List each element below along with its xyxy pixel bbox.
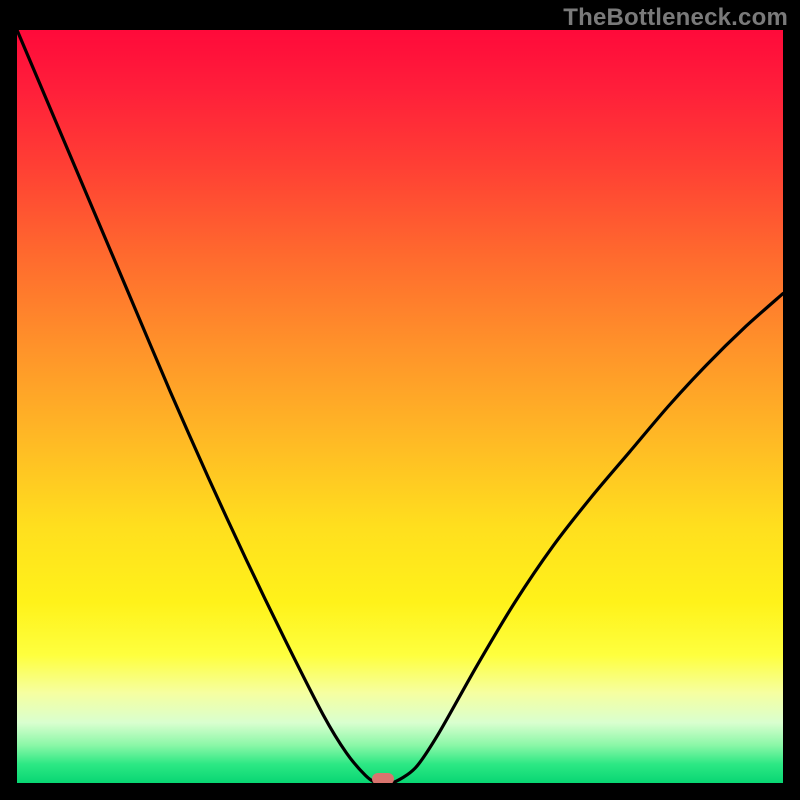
plot-area [17, 30, 783, 783]
chart-frame: TheBottleneck.com [0, 0, 800, 800]
bottleneck-curve [17, 30, 783, 783]
minimum-marker [372, 773, 394, 783]
watermark-text: TheBottleneck.com [563, 4, 788, 32]
